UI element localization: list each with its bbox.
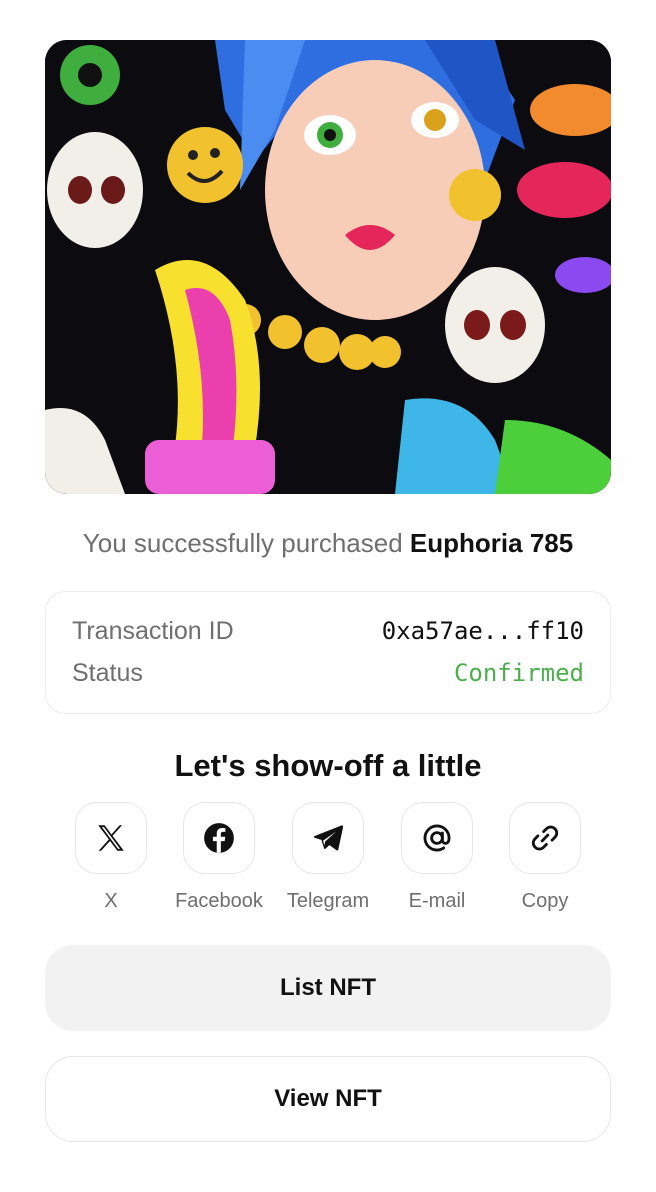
purchase-success-screen: You successfully purchased Euphoria 785 … [0, 0, 656, 1192]
status-value: Confirmed [453, 659, 584, 687]
share-telegram-button[interactable] [292, 802, 364, 874]
facebook-icon [204, 823, 234, 853]
share-label-email: E-mail [408, 890, 466, 912]
purchase-prefix: You successfully purchased [82, 528, 403, 558]
share-copy-button[interactable] [509, 802, 581, 874]
share-item-email: E-mail [382, 802, 492, 914]
share-item-telegram: Telegram [273, 802, 383, 914]
share-label-facebook: Facebook [175, 890, 263, 912]
transaction-id-row: Transaction ID 0xa57ae...ff10 [72, 615, 584, 647]
purchased-item-name: Euphoria 785 [409, 528, 574, 558]
nft-artwork [45, 40, 611, 494]
share-label-telegram: Telegram [286, 890, 370, 912]
share-item-x: X [56, 802, 166, 914]
purchase-message: You successfully purchased Euphoria 785 [0, 526, 656, 560]
list-nft-button[interactable]: List NFT [45, 945, 611, 1031]
share-facebook-button[interactable] [183, 802, 255, 874]
status-label: Status [72, 658, 143, 687]
status-row: Status Confirmed [72, 657, 584, 689]
view-nft-button[interactable]: View NFT [45, 1056, 611, 1142]
share-item-copy: Copy [490, 802, 600, 914]
transaction-id-label: Transaction ID [72, 616, 234, 645]
x-logo-icon [98, 825, 124, 851]
transaction-card: Transaction ID 0xa57ae...ff10 Status Con… [45, 591, 611, 714]
at-sign-icon [423, 824, 451, 852]
share-label-copy: Copy [521, 890, 569, 912]
telegram-icon [313, 825, 344, 851]
transaction-id-value[interactable]: 0xa57ae...ff10 [382, 617, 584, 645]
share-label-x: X [104, 890, 118, 912]
share-email-button[interactable] [401, 802, 473, 874]
share-title: Let's show-off a little [174, 748, 482, 783]
share-item-facebook: Facebook [164, 802, 274, 914]
share-x-button[interactable] [75, 802, 147, 874]
link-icon [531, 825, 559, 851]
